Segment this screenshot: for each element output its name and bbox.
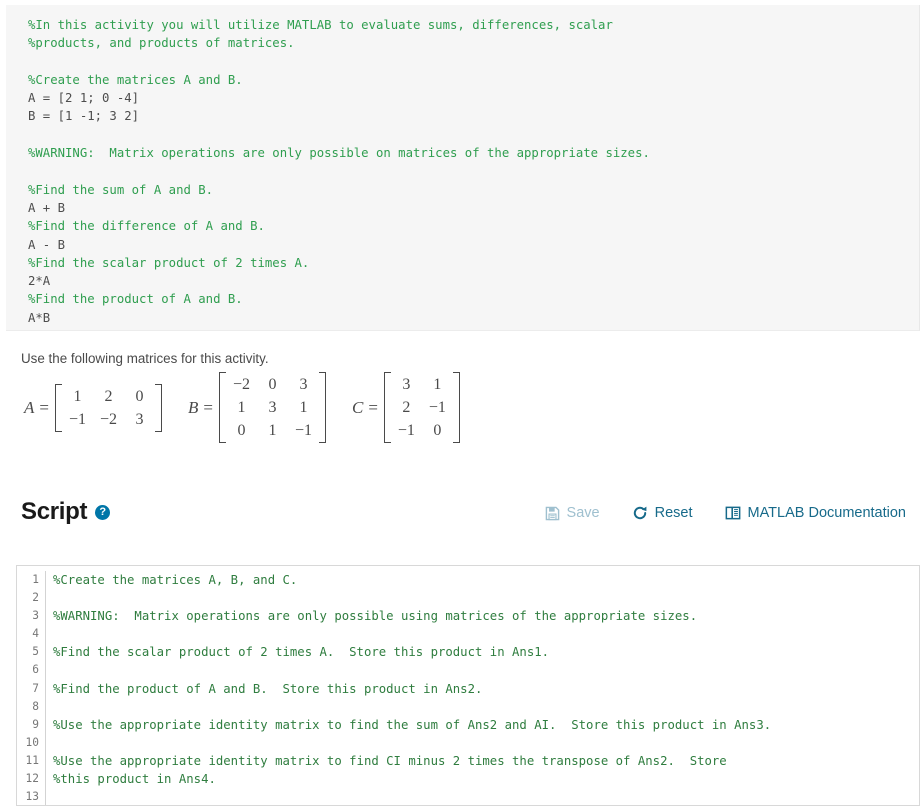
documentation-book-icon bbox=[725, 506, 741, 520]
line-number: 11 bbox=[25, 753, 39, 767]
editor-line[interactable] bbox=[53, 625, 919, 643]
help-icon[interactable]: ? bbox=[95, 504, 111, 520]
editor-line[interactable]: %Use the appropriate identity matrix to … bbox=[53, 752, 919, 770]
matrix-cell: 1 bbox=[268, 422, 277, 439]
matrix-b: B = −2 0 3 1 3 1 0 1 −1 bbox=[188, 372, 326, 443]
matrix-cell: 0 bbox=[237, 422, 246, 439]
instruction-line bbox=[28, 162, 919, 180]
instruction-line: A - B bbox=[28, 237, 66, 252]
matrix-label: C bbox=[351, 397, 364, 417]
matrix-cell: −1 bbox=[294, 422, 312, 439]
equals-sign: = bbox=[203, 397, 213, 417]
matrix-bracket: −2 0 3 1 3 1 0 1 −1 bbox=[218, 372, 326, 443]
editor-line[interactable] bbox=[53, 589, 919, 607]
instruction-line: A = [2 1; 0 -4] bbox=[28, 91, 140, 106]
matrix-cell: 1 bbox=[237, 399, 246, 416]
matrix-label: A bbox=[24, 397, 35, 417]
line-number: 8 bbox=[32, 699, 39, 713]
equals-sign: = bbox=[39, 397, 49, 417]
editor-line[interactable]: %Find the scalar product of 2 times A. S… bbox=[53, 643, 919, 661]
matrix-cell: 3 bbox=[135, 410, 144, 428]
editor-line[interactable] bbox=[53, 661, 919, 679]
instruction-line: %Create the matrices A and B. bbox=[28, 72, 243, 87]
instruction-line: A*B bbox=[28, 310, 51, 325]
editor-line[interactable]: %WARNING: Matrix operations are only pos… bbox=[53, 607, 919, 625]
matrix-cell: 3 bbox=[299, 376, 308, 393]
matrix-definitions: A = 1 2 0 −1 −2 3 B = −2 0 3 1 3 1 0 1 −1 C = 3 1 2 −1 −1 0 bbox=[24, 372, 460, 443]
matlab-documentation-label: MATLAB Documentation bbox=[747, 505, 907, 521]
matrix-a: A = 1 2 0 −1 −2 3 bbox=[24, 383, 162, 432]
instruction-line: %Find the sum of A and B. bbox=[28, 182, 214, 197]
instruction-line bbox=[28, 53, 919, 71]
script-toolbar: Save Reset MATLAB Documentation bbox=[545, 505, 906, 521]
reset-button[interactable]: Reset bbox=[632, 505, 693, 521]
line-number: 3 bbox=[32, 609, 39, 623]
instruction-code-block: %In this activity you will utilize MATLA… bbox=[6, 5, 920, 331]
matrix-cell: −2 bbox=[99, 410, 117, 428]
matrix-cell: −1 bbox=[428, 399, 446, 416]
editor-line[interactable]: %Create the matrices A, B, and C. bbox=[53, 571, 919, 589]
matrix-cell: 1 bbox=[433, 376, 442, 393]
line-number: 6 bbox=[32, 663, 39, 677]
matrix-cell: 1 bbox=[299, 399, 308, 416]
instruction-line bbox=[28, 126, 919, 144]
line-number: 1 bbox=[32, 573, 39, 586]
matrix-cell: 0 bbox=[268, 376, 277, 393]
editor-line[interactable]: %Find the product of A and B. Store this… bbox=[53, 680, 919, 698]
editor-line[interactable]: %this product in Ans4. bbox=[53, 770, 919, 788]
reset-icon bbox=[632, 505, 648, 521]
line-number: 12 bbox=[25, 772, 39, 786]
save-icon bbox=[545, 506, 560, 521]
line-number: 7 bbox=[32, 681, 39, 695]
instruction-line: %products, and products of matrices. bbox=[28, 36, 295, 51]
save-button[interactable]: Save bbox=[545, 505, 600, 521]
instruction-line: %Find the product of A and B. bbox=[28, 292, 243, 307]
instruction-code-lines: %In this activity you will utilize MATLA… bbox=[28, 16, 919, 327]
editor-line[interactable]: %Use the appropriate identity matrix to … bbox=[53, 716, 919, 734]
equals-sign: = bbox=[368, 397, 378, 417]
line-number: 13 bbox=[25, 790, 39, 804]
editor-code-area[interactable]: %Create the matrices A, B, and C. %WARNI… bbox=[46, 571, 919, 805]
matrix-bracket: 3 1 2 −1 −1 0 bbox=[383, 372, 460, 443]
matlab-documentation-link[interactable]: MATLAB Documentation bbox=[725, 505, 907, 521]
line-number: 4 bbox=[32, 627, 39, 641]
line-number: 5 bbox=[32, 645, 39, 659]
instruction-line: A + B bbox=[28, 200, 66, 215]
matrix-cell: −1 bbox=[68, 410, 86, 428]
instruction-line: 2*A bbox=[28, 274, 51, 289]
matrix-bracket: 1 2 0 −1 −2 3 bbox=[54, 383, 162, 432]
instruction-line: %WARNING: Matrix operations are only pos… bbox=[28, 146, 650, 161]
instruction-line: %In this activity you will utilize MATLA… bbox=[28, 18, 613, 32]
page-title: Script bbox=[21, 498, 88, 525]
matrix-cell: −2 bbox=[232, 376, 250, 393]
matrix-cell: 2 bbox=[104, 387, 113, 405]
line-number: 9 bbox=[32, 717, 39, 731]
matrix-cell: 3 bbox=[402, 376, 411, 393]
matrix-c: C = 3 1 2 −1 −1 0 bbox=[352, 372, 460, 443]
script-header: Script ? bbox=[21, 498, 111, 526]
editor-line[interactable] bbox=[53, 734, 919, 752]
line-number: 10 bbox=[25, 735, 39, 749]
matrix-cell: 0 bbox=[433, 422, 442, 439]
editor-line-number-gutter: 1 2 3 4 5 6 7 8 9 10 11 12 13 bbox=[17, 571, 46, 805]
matrices-intro-text: Use the following matrices for this acti… bbox=[21, 351, 269, 366]
matrix-cell: 3 bbox=[268, 399, 277, 416]
instruction-line: %Find the difference of A and B. bbox=[28, 219, 265, 234]
editor-line[interactable] bbox=[53, 698, 919, 716]
editor-line[interactable] bbox=[53, 788, 919, 805]
script-code-editor[interactable]: 1 2 3 4 5 6 7 8 9 10 11 12 13 %Create the matrices A… bbox=[16, 565, 920, 806]
matrix-label: B bbox=[187, 397, 199, 417]
matrix-cell: 0 bbox=[135, 387, 144, 405]
save-label: Save bbox=[566, 505, 600, 521]
line-number: 2 bbox=[32, 591, 39, 605]
matrix-cell: 1 bbox=[73, 387, 82, 405]
instruction-line: %Find the scalar product of 2 times A. bbox=[28, 255, 310, 270]
matrix-cell: −1 bbox=[397, 422, 415, 439]
reset-label: Reset bbox=[654, 505, 693, 521]
instruction-line: B = [1 -1; 3 2] bbox=[28, 109, 140, 124]
matrix-cell: 2 bbox=[402, 399, 411, 416]
